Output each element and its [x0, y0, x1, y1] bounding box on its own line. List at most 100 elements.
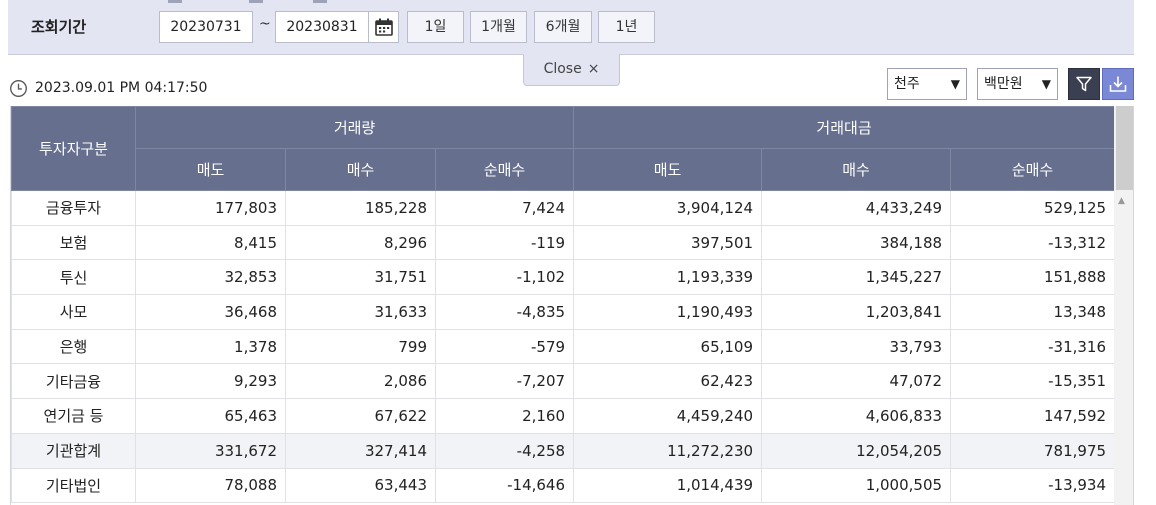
value-buy-header: 매수 — [761, 148, 952, 191]
investor-type-cell: 금융투자 — [11, 190, 136, 226]
value-buy-cell: 33,793 — [761, 328, 952, 365]
volume-sell-cell: 78,088 — [135, 467, 286, 504]
range-6month-button[interactable]: 6개월 — [534, 11, 592, 43]
value-sell-cell: 11,272,230 — [573, 432, 763, 469]
volume-buy-cell: 327,414 — [285, 432, 436, 469]
download-icon — [1109, 76, 1127, 92]
value-net-cell: 147,592 — [950, 398, 1116, 434]
volume-sell-cell: 331,672 — [135, 432, 286, 469]
range-1day-button[interactable]: 1일 — [407, 11, 464, 43]
volume-unit-select[interactable]: 천주 ▼ — [887, 68, 967, 100]
volume-unit-value: 천주 — [894, 76, 920, 92]
volume-sell-cell: 65,463 — [135, 398, 286, 434]
value-buy-cell: 1,203,841 — [761, 294, 952, 330]
value-net-cell: 151,888 — [950, 259, 1116, 296]
value-sell-cell: 62,423 — [573, 363, 763, 400]
volume-buy-header: 매수 — [285, 148, 436, 191]
volume-buy-cell: 63,443 — [285, 467, 436, 504]
table-row[interactable]: 투신 32,853 31,751 -1,102 1,193,339 1,345,227 15… — [11, 259, 1116, 296]
investor-type-cell: 보험 — [11, 224, 136, 261]
investor-type-cell: 기타법인 — [11, 467, 136, 504]
volume-net-cell: -119 — [434, 224, 575, 261]
value-buy-cell: 384,188 — [761, 224, 952, 261]
amount-unit-select[interactable]: 백만원 ▼ — [977, 68, 1058, 100]
value-sell-cell: 397,501 — [573, 224, 763, 261]
clock-icon — [10, 79, 27, 97]
volume-net-header: 순매수 — [434, 148, 575, 191]
table-row[interactable]: 기타금융 9,293 2,086 -7,207 62,423 47,072 -15,351 — [11, 363, 1116, 400]
period-label: 조회기간 — [31, 18, 87, 36]
value-sell-cell: 1,193,339 — [573, 259, 763, 296]
volume-buy-cell: 8,296 — [285, 224, 436, 261]
value-net-cell: -15,351 — [950, 363, 1116, 400]
value-sell-cell: 3,904,124 — [573, 190, 763, 226]
volume-net-cell: -4,835 — [434, 294, 575, 330]
filter-button[interactable] — [1068, 68, 1100, 100]
value-net-cell: -31,316 — [950, 328, 1116, 365]
volume-group-header: 거래량 — [134, 106, 575, 149]
volume-buy-cell: 31,633 — [285, 294, 436, 330]
volume-net-cell: -14,646 — [434, 467, 575, 504]
chevron-down-icon: ▼ — [950, 77, 960, 91]
scrollbar-thumb[interactable] — [1116, 106, 1133, 190]
table-row[interactable]: 기관합계 331,672 327,414 -4,258 11,272,230 12,054… — [11, 432, 1116, 469]
table-body: 금융투자 177,803 185,228 7,424 3,904,124 4,433,24… — [11, 190, 1116, 504]
volume-net-cell: -579 — [434, 328, 575, 365]
tab-stub — [313, 0, 327, 3]
table-row[interactable]: 사모 36,468 31,633 -4,835 1,190,493 1,203,841 13… — [11, 294, 1116, 330]
volume-sell-cell: 32,853 — [135, 259, 286, 296]
query-timestamp: 2023.09.01 PM 04:17:50 — [9, 78, 207, 98]
volume-buy-cell: 31,751 — [285, 259, 436, 296]
close-filter-button[interactable]: Close × — [523, 54, 620, 86]
volume-sell-cell: 1,378 — [135, 328, 286, 365]
tab-stub — [168, 0, 182, 3]
value-buy-cell: 47,072 — [761, 363, 952, 400]
amount-unit-value: 백만원 — [984, 76, 1023, 92]
value-sell-header: 매도 — [573, 148, 763, 191]
value-net-cell: -13,934 — [950, 467, 1116, 504]
close-label: Close — [543, 61, 582, 77]
calendar-button[interactable] — [369, 11, 399, 43]
table-row[interactable]: 연기금 등 65,463 67,622 2,160 4,459,240 4,606,833… — [11, 398, 1116, 434]
value-buy-cell: 4,606,833 — [761, 398, 952, 434]
investor-type-cell: 은행 — [11, 328, 136, 365]
value-net-cell: 781,975 — [950, 432, 1116, 469]
value-buy-cell: 4,433,249 — [761, 190, 952, 226]
range-1month-button[interactable]: 1개월 — [470, 11, 527, 43]
tab-stub — [249, 0, 263, 3]
table-row[interactable]: 기타법인 78,088 63,443 -14,646 1,014,439 1,000,50… — [11, 467, 1116, 504]
value-sell-cell: 1,014,439 — [573, 467, 763, 504]
volume-sell-header: 매도 — [135, 148, 286, 191]
volume-buy-cell: 799 — [285, 328, 436, 365]
investor-trading-table: 투자자구분 거래량 거래대금 매도 매수 순매수 매도 매수 순매수 금융투자 1… — [10, 106, 1134, 505]
table-row[interactable]: 보험 8,415 8,296 -119 397,501 384,188 -13,312 — [11, 224, 1116, 261]
volume-net-cell: 2,160 — [434, 398, 575, 434]
range-1year-button[interactable]: 1년 — [598, 11, 655, 43]
value-sell-cell: 65,109 — [573, 328, 763, 365]
volume-sell-cell: 36,468 — [135, 294, 286, 330]
filter-icon — [1076, 76, 1092, 92]
investor-type-cell: 기타금융 — [11, 363, 136, 400]
date-separator: ~ — [259, 16, 271, 32]
volume-net-cell: -1,102 — [434, 259, 575, 296]
investor-type-cell: 기관합계 — [11, 432, 136, 469]
value-buy-cell: 1,000,505 — [761, 467, 952, 504]
scroll-up-arrow-icon[interactable]: ▲ — [1118, 196, 1125, 206]
value-net-cell: 529,125 — [950, 190, 1116, 226]
close-icon: × — [587, 61, 600, 77]
table-row[interactable]: 금융투자 177,803 185,228 7,424 3,904,124 4,433,24… — [11, 190, 1116, 226]
value-buy-cell: 1,345,227 — [761, 259, 952, 296]
end-date-input[interactable]: 20230831 — [275, 11, 369, 43]
table-row[interactable]: 은행 1,378 799 -579 65,109 33,793 -31,316 — [11, 328, 1116, 365]
start-date-input[interactable]: 20230731 — [159, 11, 253, 43]
investor-type-cell: 투신 — [11, 259, 136, 296]
download-button[interactable] — [1102, 68, 1134, 100]
value-net-cell: -13,312 — [950, 224, 1116, 261]
chevron-down-icon: ▼ — [1041, 77, 1051, 91]
value-sell-cell: 1,190,493 — [573, 294, 763, 330]
value-sell-cell: 4,459,240 — [573, 398, 763, 434]
timestamp-text: 2023.09.01 PM 04:17:50 — [35, 80, 208, 96]
volume-net-cell: -7,207 — [434, 363, 575, 400]
volume-buy-cell: 67,622 — [285, 398, 436, 434]
value-buy-cell: 12,054,205 — [761, 432, 952, 469]
